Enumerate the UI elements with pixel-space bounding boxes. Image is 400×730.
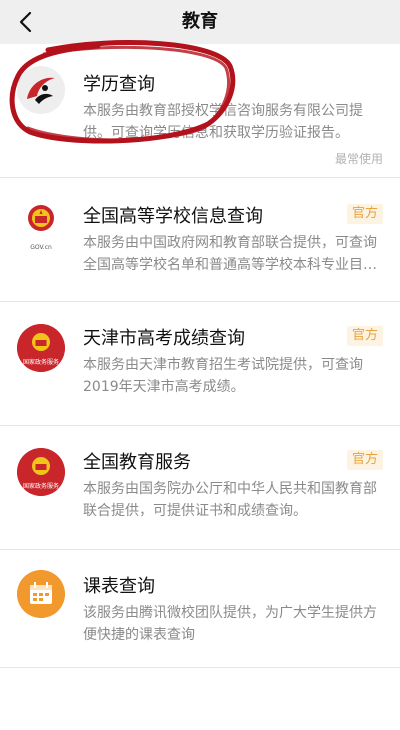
- xuexin-logo-icon: [17, 66, 65, 114]
- item-name: 全国高等学校信息查询: [83, 206, 263, 227]
- service-list: 学历查询 本服务由教育部授权学信咨询服务有限公司提供。可查询学历信息和获取学历验…: [0, 44, 400, 668]
- item-desc: 本服务由天津市教育招生考试院提供，可查询2019年天津市高考成绩。: [83, 357, 363, 395]
- most-used-tag: 最常使用: [334, 152, 383, 166]
- item-name: 天津市高考成绩查询: [83, 328, 245, 349]
- list-item-xueli[interactable]: 学历查询 本服务由教育部授权学信咨询服务有限公司提供。可查询学历信息和获取学历验…: [0, 44, 400, 178]
- nav-bar: 教育: [0, 0, 400, 44]
- gov-service-caption: 国家政务服务: [22, 359, 59, 366]
- item-desc: 本服务由中国政府网和教育部联合提供，可查询全国高等学校名单和普通高等学校本科专业…: [83, 235, 377, 273]
- list-item-jiaoyu-fuwu[interactable]: 国家政务服务 全国教育服务 官方 本服务由国务院办公厅和中华人民共和国教育部联合…: [0, 426, 400, 550]
- item-desc: 本服务由教育部授权学信咨询服务有限公司提供。可查询学历信息和获取学历验证报告。: [83, 103, 363, 141]
- item-name: 全国教育服务: [83, 452, 191, 473]
- gov-cn-caption: GOV.cn: [30, 244, 52, 251]
- gov-cn-emblem-icon: [17, 200, 65, 248]
- list-item-tianjin[interactable]: 国家政务服务 天津市高考成绩查询 官方 本服务由天津市教育招生考试院提供，可查询…: [0, 302, 400, 426]
- item-name: 学历查询: [83, 74, 155, 95]
- calendar-icon: [17, 570, 65, 618]
- page-title: 教育: [182, 11, 218, 32]
- list-item-kebiao[interactable]: 课表查询 该服务由腾讯微校团队提供，为广大学生提供方便快捷的课表查询: [0, 550, 400, 668]
- gov-service-caption: 国家政务服务: [22, 483, 59, 490]
- official-badge: 官方: [346, 450, 383, 470]
- list-item-gaoxiao[interactable]: GOV.cn 全国高等学校信息查询 官方 本服务由中国政府网和教育部联合提供，可…: [0, 178, 400, 302]
- item-desc: 本服务由国务院办公厅和中华人民共和国教育部联合提供，可提供证书和成绩查询。: [83, 481, 377, 519]
- item-desc: 该服务由腾讯微校团队提供，为广大学生提供方便快捷的课表查询: [83, 605, 377, 643]
- official-badge: 官方: [346, 204, 383, 224]
- item-name: 课表查询: [83, 576, 155, 597]
- official-badge: 官方: [346, 326, 383, 346]
